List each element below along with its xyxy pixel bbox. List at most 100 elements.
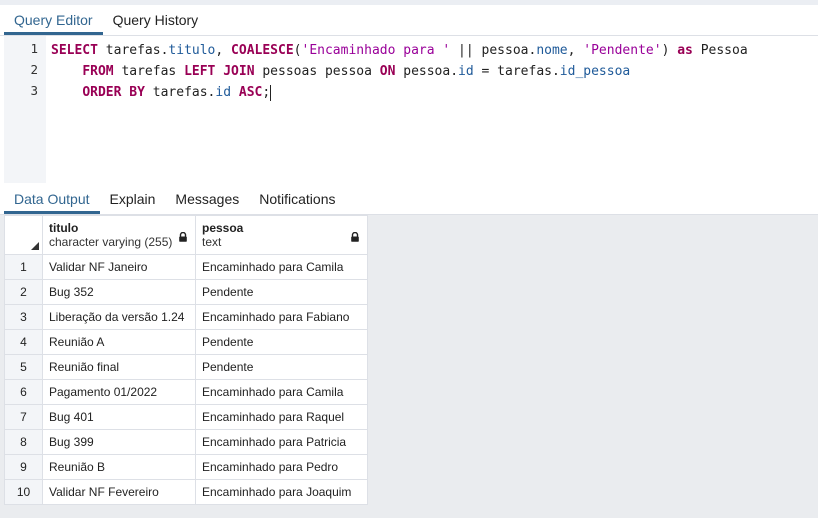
output-tab-bar: Data Output Explain Messages Notificatio… bbox=[0, 183, 818, 215]
cell-pessoa[interactable]: Encaminhado para Pedro bbox=[196, 460, 367, 474]
sql-text: , bbox=[215, 43, 232, 58]
sql-text: = tarefas. bbox=[473, 64, 560, 79]
table-row[interactable]: 10 Validar NF Fevereiro Encaminhado para… bbox=[4, 479, 368, 505]
cell-pessoa[interactable]: Encaminhado para Camila bbox=[196, 385, 367, 399]
sql-column-ref: id bbox=[458, 64, 474, 79]
tab-query-editor[interactable]: Query Editor bbox=[4, 5, 103, 35]
column-name: titulo bbox=[49, 221, 79, 235]
column-header-pessoa[interactable]: pessoa text bbox=[195, 215, 368, 255]
cell-titulo[interactable]: Validar NF Fevereiro bbox=[43, 485, 195, 499]
table-row[interactable]: 4 Reunião A Pendente bbox=[4, 329, 368, 355]
sql-keyword: COALESCE bbox=[231, 43, 294, 58]
column-type: text bbox=[202, 235, 222, 249]
table-row[interactable]: 1 Validar NF Janeiro Encaminhado para Ca… bbox=[4, 254, 368, 280]
select-all-corner[interactable] bbox=[4, 215, 43, 255]
cell-titulo[interactable]: Reunião A bbox=[43, 335, 195, 349]
sql-text: pessoa. bbox=[395, 64, 459, 79]
tab-query-history[interactable]: Query History bbox=[103, 5, 209, 35]
row-number[interactable]: 6 bbox=[4, 379, 43, 405]
line-number: 2 bbox=[30, 62, 38, 77]
cell-pessoa[interactable]: Encaminhado para Raquel bbox=[196, 410, 367, 424]
row-number[interactable]: 9 bbox=[4, 454, 43, 480]
row-number[interactable]: 8 bbox=[4, 429, 43, 455]
result-grid: titulo character varying (255) pessoa te… bbox=[4, 215, 368, 505]
cell-titulo[interactable]: Reunião final bbox=[43, 360, 195, 374]
row-number[interactable]: 2 bbox=[4, 279, 43, 305]
table-row[interactable]: 5 Reunião final Pendente bbox=[4, 354, 368, 380]
lock-icon bbox=[351, 232, 359, 242]
sql-column-ref: titulo bbox=[168, 43, 216, 58]
code-line: SELECT tarefas.titulo, COALESCE('Encamin… bbox=[51, 40, 748, 61]
row-number[interactable]: 5 bbox=[4, 354, 43, 380]
cell-pessoa[interactable]: Pendente bbox=[196, 285, 367, 299]
column-type: character varying (255) bbox=[49, 235, 173, 249]
cell-pessoa[interactable]: Encaminhado para Joaquim bbox=[196, 485, 367, 499]
query-editor[interactable]: 1 2 3 SELECT tarefas. titulo, COALESCE('E… bbox=[0, 36, 818, 183]
sql-text: tarefas. bbox=[144, 85, 216, 100]
sql-column-ref: id bbox=[215, 85, 232, 100]
sql-keyword: as bbox=[677, 43, 693, 58]
cell-titulo[interactable]: Bug 399 bbox=[43, 435, 195, 449]
sql-text: tarefas bbox=[113, 64, 185, 79]
code-line: FROM tarefas LEFT JOIN pessoas pessoa ON… bbox=[51, 61, 630, 82]
sql-text: ; bbox=[262, 85, 271, 100]
cell-pessoa[interactable]: Encaminhado para Camila bbox=[196, 260, 367, 274]
sql-string: 'Encaminhado para ' bbox=[301, 43, 451, 58]
row-number[interactable]: 1 bbox=[4, 254, 43, 280]
sql-column-ref: id_pessoa bbox=[559, 64, 631, 79]
sql-string: 'Pendente' bbox=[583, 43, 662, 58]
table-row[interactable]: 6 Pagamento 01/2022 Encaminhado para Cam… bbox=[4, 379, 368, 405]
cell-pessoa[interactable]: Pendente bbox=[196, 335, 367, 349]
grid-body: 1 Validar NF Janeiro Encaminhado para Ca… bbox=[4, 254, 368, 505]
lock-icon bbox=[179, 232, 187, 242]
cell-titulo[interactable]: Liberação da versão 1.24 bbox=[43, 310, 195, 324]
tab-explain[interactable]: Explain bbox=[100, 183, 166, 214]
editor-tab-bar: Query Editor Query History bbox=[0, 5, 818, 36]
sql-keyword: ASC bbox=[238, 85, 263, 100]
sql-keyword: FROM bbox=[82, 64, 114, 79]
code-line: ORDER BY tarefas.id ASC; bbox=[51, 82, 272, 103]
sql-text: || pessoa. bbox=[450, 43, 537, 58]
row-number[interactable]: 3 bbox=[4, 304, 43, 330]
row-number[interactable]: 7 bbox=[4, 404, 43, 430]
sql-column-ref: nome bbox=[536, 43, 568, 58]
table-row[interactable]: 3 Liberação da versão 1.24 Encaminhado p… bbox=[4, 304, 368, 330]
sql-text: ( bbox=[293, 43, 302, 58]
table-row[interactable]: 2 Bug 352 Pendente bbox=[4, 279, 368, 305]
cell-titulo[interactable]: Pagamento 01/2022 bbox=[43, 385, 195, 399]
line-number-gutter: 1 2 3 bbox=[4, 36, 46, 183]
header-row: titulo character varying (255) pessoa te… bbox=[4, 215, 368, 255]
line-number: 3 bbox=[30, 83, 38, 98]
cell-pessoa[interactable]: Pendente bbox=[196, 360, 367, 374]
cell-titulo[interactable]: Bug 352 bbox=[43, 285, 195, 299]
sql-keyword: ORDER BY bbox=[82, 85, 145, 100]
cell-pessoa[interactable]: Encaminhado para Patricia bbox=[196, 435, 367, 449]
cell-titulo[interactable]: Reunião B bbox=[43, 460, 195, 474]
sql-code[interactable]: SELECT tarefas. titulo, COALESCE('Encamin… bbox=[51, 36, 748, 111]
cell-titulo[interactable]: Validar NF Janeiro bbox=[43, 260, 195, 274]
line-number: 1 bbox=[30, 41, 38, 56]
tab-data-output[interactable]: Data Output bbox=[4, 183, 100, 214]
sql-text: Pessoa bbox=[692, 43, 748, 58]
text-cursor bbox=[270, 84, 272, 101]
sql-keyword: ON bbox=[379, 64, 396, 79]
table-row[interactable]: 9 Reunião B Encaminhado para Pedro bbox=[4, 454, 368, 480]
corner-triangle-icon bbox=[31, 242, 39, 250]
row-number[interactable]: 4 bbox=[4, 329, 43, 355]
tab-notifications[interactable]: Notifications bbox=[249, 183, 345, 214]
sql-text: , bbox=[567, 43, 584, 58]
tab-messages[interactable]: Messages bbox=[165, 183, 249, 214]
column-header-titulo[interactable]: titulo character varying (255) bbox=[42, 215, 196, 255]
table-row[interactable]: 7 Bug 401 Encaminhado para Raquel bbox=[4, 404, 368, 430]
sql-keyword: SELECT bbox=[51, 43, 98, 58]
cell-pessoa[interactable]: Encaminhado para Fabiano bbox=[196, 310, 367, 324]
sql-text: pessoas pessoa bbox=[254, 64, 380, 79]
column-name: pessoa bbox=[202, 221, 244, 235]
cell-titulo[interactable]: Bug 401 bbox=[43, 410, 195, 424]
table-row[interactable]: 8 Bug 399 Encaminhado para Patricia bbox=[4, 429, 368, 455]
sql-keyword: LEFT JOIN bbox=[184, 64, 255, 79]
row-number[interactable]: 10 bbox=[4, 479, 43, 505]
